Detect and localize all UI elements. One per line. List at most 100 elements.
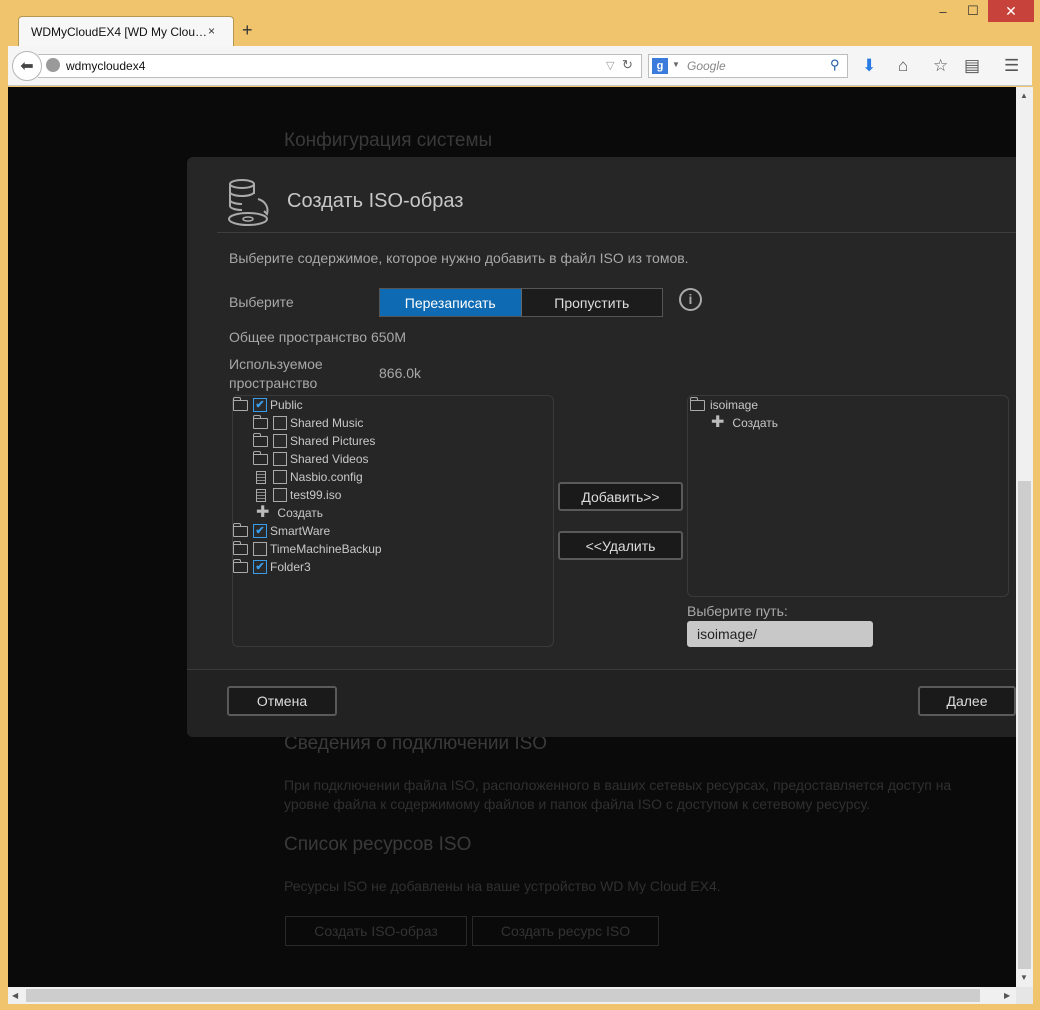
tree-item-label: Shared Videos [290, 452, 369, 466]
iso-connection-text: При подключении файла ISO, расположенног… [284, 777, 952, 812]
search-engine-dropdown-icon[interactable]: ▼ [672, 60, 680, 69]
site-identity-icon[interactable] [46, 58, 60, 72]
browser-tab[interactable]: WDMyCloudEX4 [WD My Clou… [18, 16, 234, 46]
tree-item-smartware[interactable]: ✔ SmartWare [233, 522, 330, 540]
tree-item-isoimage[interactable]: isoimage [690, 396, 758, 414]
checkbox[interactable] [273, 416, 287, 430]
checkbox-checked[interactable]: ✔ [253, 560, 267, 574]
title-divider [217, 232, 1016, 233]
dialog-title: Создать ISO-образ [287, 190, 464, 212]
tree-item-label: Nasbio.config [290, 470, 363, 484]
url-dropdown-icon[interactable]: ▽ [606, 59, 614, 72]
bookmark-star-icon[interactable]: ☆ [933, 56, 948, 76]
folder-icon [253, 432, 268, 447]
used-space-label-line2: пространство [229, 375, 318, 391]
tab-title: WDMyCloudEX4 [WD My Clou… [31, 25, 208, 39]
tree-item-create-target[interactable]: ✚ Создать [708, 414, 778, 432]
tree-item-label: Shared Music [290, 416, 364, 430]
used-space-value: 866.0k [379, 365, 422, 381]
path-input[interactable]: isoimage/ [687, 621, 873, 647]
tree-item-label: Shared Pictures [290, 434, 376, 448]
tree-item-test99-iso[interactable]: test99.iso [253, 486, 341, 504]
close-window-button[interactable]: ✕ [988, 0, 1034, 22]
search-engine-icon[interactable]: g [652, 58, 668, 74]
info-icon[interactable]: i [679, 288, 702, 311]
tree-item-public[interactable]: ✔ Public [233, 396, 303, 414]
download-icon[interactable]: ⬇ [862, 56, 876, 76]
bookmarks-list-icon[interactable]: ▤ [964, 56, 980, 76]
url-text: wdmycloudex4 [66, 59, 146, 73]
search-placeholder: Google [687, 59, 726, 73]
menu-icon[interactable]: ☰ [1004, 56, 1019, 76]
minimize-button[interactable]: ‒ [928, 0, 958, 22]
navigation-bar: wdmycloudex4 ⬅ ▽ ↻ Google g ▼ ⚲ ⬇ ⌂ ☆ ▤ … [8, 46, 1032, 86]
folder-icon [233, 522, 248, 537]
back-arrow-icon: ⬅ [20, 58, 34, 75]
source-tree[interactable]: ✔ Public Shared Music Shared Pictures Sha… [232, 395, 554, 647]
reload-icon[interactable]: ↻ [622, 57, 633, 73]
checkbox-checked[interactable]: ✔ [253, 524, 267, 538]
path-label: Выберите путь: [687, 603, 788, 619]
address-bar[interactable]: wdmycloudex4 [38, 54, 642, 78]
tree-item-label: test99.iso [290, 488, 342, 502]
tree-item-nasbio-config[interactable]: Nasbio.config [253, 468, 363, 486]
tree-item-label: Создать [277, 506, 324, 520]
maximize-button[interactable]: ☐ [958, 0, 988, 22]
checkbox[interactable] [273, 452, 287, 466]
search-icon[interactable]: ⚲ [830, 57, 840, 73]
folder-icon [690, 396, 705, 411]
target-tree[interactable]: isoimage ✚ Создать [687, 395, 1009, 597]
dialog-footer: Отмена Далее [187, 669, 1016, 737]
tree-item-shared-videos[interactable]: Shared Videos [253, 450, 369, 468]
file-icon [256, 470, 266, 484]
iso-list-heading: Список ресурсов ISO [284, 834, 472, 855]
tree-item-label: Public [270, 398, 303, 412]
checkbox-checked[interactable]: ✔ [253, 398, 267, 412]
select-mode-label: Выберите [229, 294, 294, 310]
cancel-button[interactable]: Отмена [227, 686, 337, 716]
checkbox[interactable] [273, 470, 287, 484]
create-iso-dialog: Создать ISO-образ Выберите содержимое, к… [187, 157, 1016, 737]
folder-icon [253, 414, 268, 429]
tree-item-shared-music[interactable]: Shared Music [253, 414, 363, 432]
scroll-down-arrow-icon[interactable]: ▼ [1020, 973, 1028, 982]
tree-item-label: Folder3 [270, 560, 311, 574]
create-iso-share-bg-button[interactable]: Создать ресурс ISO [472, 916, 659, 946]
tree-item-folder3[interactable]: ✔ Folder3 [233, 558, 311, 576]
scroll-left-arrow-icon[interactable]: ◀ [12, 991, 18, 1000]
horizontal-scroll-thumb[interactable] [26, 989, 980, 1002]
overwrite-button[interactable]: Перезаписать [380, 289, 521, 316]
iso-list-text: Ресурсы ISO не добавлены на ваше устройс… [284, 878, 721, 894]
tree-item-shared-pictures[interactable]: Shared Pictures [253, 432, 375, 450]
back-button[interactable]: ⬅ [12, 51, 42, 81]
folder-icon [253, 450, 268, 465]
scroll-up-arrow-icon[interactable]: ▲ [1020, 91, 1028, 100]
total-space-label: Общее пространство 650M [229, 329, 406, 345]
home-icon[interactable]: ⌂ [898, 56, 908, 76]
vertical-scroll-thumb[interactable] [1018, 481, 1031, 969]
disc-database-icon [228, 179, 269, 226]
checkbox[interactable] [273, 434, 287, 448]
add-button[interactable]: Добавить>> [558, 482, 683, 511]
plus-icon: ✚ [711, 414, 725, 431]
tree-item-label: isoimage [710, 398, 759, 412]
window-controls: ‒ ☐ ✕ [928, 0, 1034, 22]
checkbox[interactable] [273, 488, 287, 502]
remove-button[interactable]: <<Удалить [558, 531, 683, 560]
tree-item-label: TimeMachineBackup [270, 542, 382, 556]
checkbox[interactable] [253, 542, 267, 556]
tree-item-create[interactable]: ✚ Создать [253, 504, 323, 522]
tree-item-timemachinebackup[interactable]: TimeMachineBackup [233, 540, 382, 558]
folder-icon [233, 558, 248, 573]
mode-toggle: Перезаписать Пропустить [379, 288, 663, 317]
create-iso-bg-button[interactable]: Создать ISO-образ [285, 916, 467, 946]
tab-close-icon[interactable]: × [208, 24, 215, 38]
new-tab-button[interactable]: + [242, 20, 253, 41]
next-button[interactable]: Далее [918, 686, 1016, 716]
tree-item-label: Создать [732, 416, 779, 430]
tree-item-label: SmartWare [270, 524, 331, 538]
used-space-label-line1: Используемое [229, 356, 323, 372]
skip-button[interactable]: Пропустить [520, 289, 662, 316]
plus-icon: ✚ [256, 504, 270, 521]
scroll-right-arrow-icon[interactable]: ▶ [1004, 991, 1010, 1000]
